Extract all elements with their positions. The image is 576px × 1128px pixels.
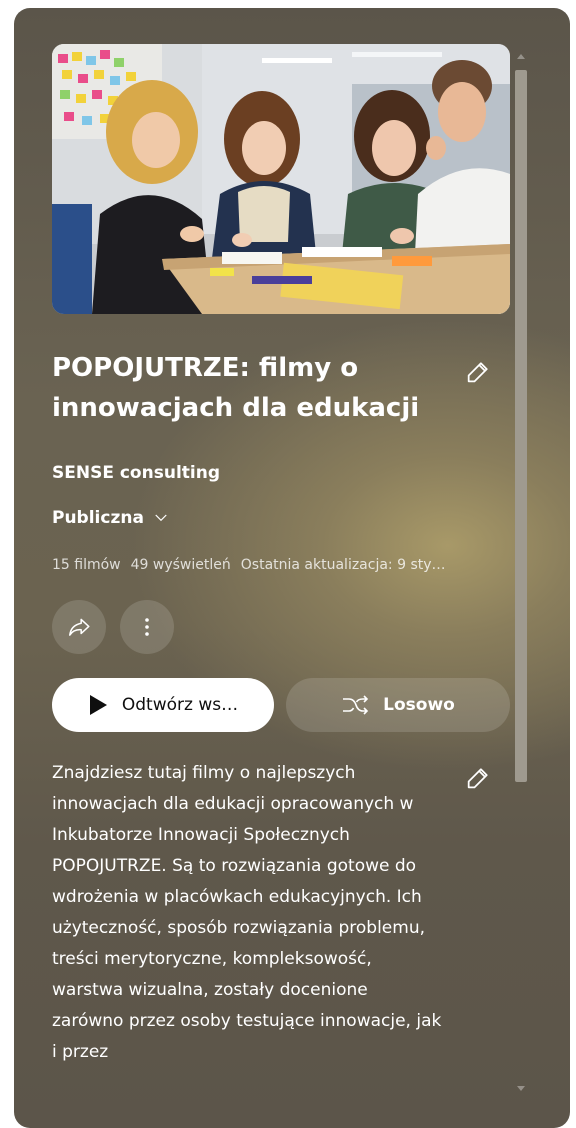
shuffle-icon [343, 695, 369, 715]
privacy-dropdown[interactable]: Publiczna [52, 508, 170, 528]
playlist-stats: 15 filmów 49 wyświetleń Ostatnia aktualiza… [52, 557, 510, 573]
view-count: 49 wyświetleń [130, 557, 231, 573]
shuffle-label: Losowo [383, 695, 455, 715]
pencil-icon [467, 362, 488, 383]
playlist-owner[interactable]: SENSE consulting [52, 463, 220, 483]
privacy-label: Publiczna [52, 508, 144, 528]
edit-title-button[interactable] [458, 352, 498, 392]
pencil-icon [467, 768, 488, 789]
play-icon [89, 695, 107, 715]
play-all-label: Odtwórz ws… [121, 695, 239, 715]
share-button[interactable] [52, 600, 106, 654]
vertical-dots-icon [145, 618, 149, 636]
shuffle-button[interactable]: Losowo [286, 678, 510, 732]
play-all-button[interactable]: Odtwórz ws… [52, 678, 274, 732]
scrollbar-thumb[interactable] [515, 70, 527, 782]
scroll-down-arrow-icon[interactable] [517, 1086, 525, 1091]
chevron-down-icon [155, 514, 167, 522]
playlist-header-card: POPOJUTRZE: filmy o innowacjach dla eduk… [14, 8, 570, 1128]
last-updated: Ostatnia aktualizacja: 9 sty… [240, 557, 446, 573]
scroll-up-arrow-icon[interactable] [517, 54, 525, 59]
thumbnail-image [52, 44, 510, 314]
share-arrow-icon [69, 618, 90, 636]
more-actions-button[interactable] [120, 600, 174, 654]
edit-description-button[interactable] [458, 758, 498, 798]
video-count: 15 filmów [52, 557, 121, 573]
playlist-title: POPOJUTRZE: filmy o innowacjach dla eduk… [52, 353, 420, 423]
playlist-thumbnail[interactable] [52, 44, 510, 314]
scrollbar[interactable] [513, 48, 529, 1108]
playlist-description[interactable]: Znajdziesz tutaj filmy o najlepszych inn… [52, 758, 444, 1098]
